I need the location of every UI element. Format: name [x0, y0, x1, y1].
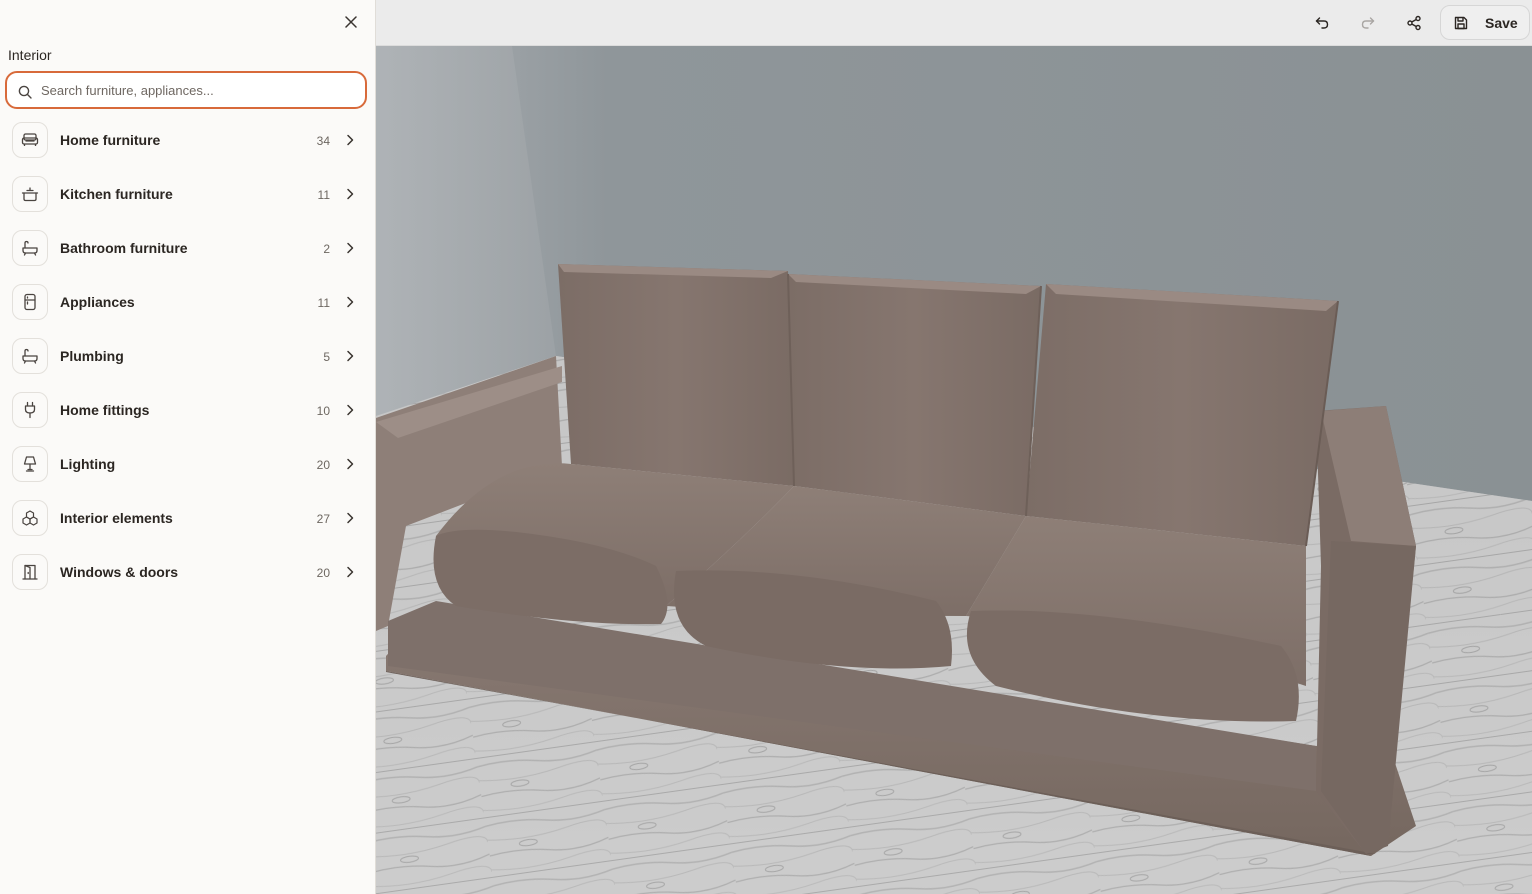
- category-home-fittings[interactable]: Home fittings 10: [0, 383, 376, 437]
- category-label: Lighting: [60, 456, 116, 472]
- chevron-right-icon: [347, 458, 354, 470]
- category-label: Windows & doors: [60, 564, 179, 580]
- door-icon: [22, 564, 38, 580]
- redo-icon: [1361, 17, 1375, 29]
- search-icon: [18, 85, 32, 99]
- category-home-furniture[interactable]: Home furniture 34: [0, 113, 376, 167]
- close-panel-button[interactable]: [338, 10, 364, 34]
- category-count: 11: [317, 188, 330, 202]
- category-label: Plumbing: [60, 348, 124, 364]
- save-icon: [1454, 16, 1468, 29]
- lamp-icon: [23, 456, 37, 472]
- panel-title: Interior: [8, 47, 52, 63]
- category-interior-elements[interactable]: Interior elements 27: [0, 491, 376, 545]
- category-label: Bathroom furniture: [60, 240, 188, 256]
- sofa-icon: [21, 133, 39, 146]
- chevron-right-icon: [347, 512, 354, 524]
- plug-icon: [24, 401, 36, 419]
- bath-icon: [22, 348, 38, 364]
- category-label: Home fittings: [60, 402, 150, 418]
- category-count: 34: [316, 134, 330, 148]
- category-count: 20: [316, 458, 330, 472]
- category-label: Interior elements: [60, 510, 173, 526]
- category-label: Home furniture: [60, 132, 161, 148]
- category-count: 11: [317, 296, 330, 310]
- pot-icon: [21, 187, 39, 202]
- 3d-viewport[interactable]: [376, 46, 1532, 894]
- bathtub-icon: [22, 240, 38, 256]
- search-box[interactable]: [5, 71, 367, 109]
- chevron-right-icon: [347, 296, 354, 308]
- category-plumbing[interactable]: Plumbing 5: [0, 329, 376, 383]
- category-count: 10: [316, 404, 330, 418]
- share-icon: [1407, 15, 1421, 31]
- chevron-right-icon: [347, 134, 354, 146]
- category-appliances[interactable]: Appliances 11: [0, 275, 376, 329]
- category-count: 5: [323, 350, 330, 364]
- chevron-right-icon: [347, 242, 354, 254]
- fridge-icon: [24, 293, 36, 311]
- category-bathroom-furniture[interactable]: Bathroom furniture 2: [0, 221, 376, 275]
- redo-button[interactable]: [1354, 9, 1382, 37]
- category-count: 20: [316, 566, 330, 580]
- chevron-right-icon: [347, 188, 354, 200]
- top-toolbar: Save: [376, 0, 1532, 46]
- undo-icon: [1315, 17, 1329, 29]
- share-button[interactable]: [1400, 9, 1428, 37]
- category-label: Kitchen furniture: [60, 186, 173, 202]
- interior-panel: Interior Home furniture 34: [0, 0, 376, 894]
- category-windows-doors[interactable]: Windows & doors 20: [0, 545, 376, 599]
- chevron-right-icon: [347, 566, 354, 578]
- category-lighting[interactable]: Lighting 20: [0, 437, 376, 491]
- save-button[interactable]: Save: [1440, 5, 1530, 40]
- category-label: Appliances: [60, 294, 135, 310]
- chevron-right-icon: [347, 404, 354, 416]
- category-count: 2: [323, 242, 330, 256]
- undo-button[interactable]: [1308, 9, 1336, 37]
- chevron-right-icon: [347, 350, 354, 362]
- save-label: Save: [1485, 14, 1518, 31]
- search-input[interactable]: [41, 78, 341, 102]
- close-icon: [345, 16, 357, 28]
- category-list: Home furniture 34 Kitchen furniture 11 B…: [0, 113, 376, 599]
- 3d-scene[interactable]: [376, 46, 1532, 894]
- category-count: 27: [316, 512, 330, 526]
- category-kitchen-furniture[interactable]: Kitchen furniture 11: [0, 167, 376, 221]
- boxes-icon: [22, 510, 38, 526]
